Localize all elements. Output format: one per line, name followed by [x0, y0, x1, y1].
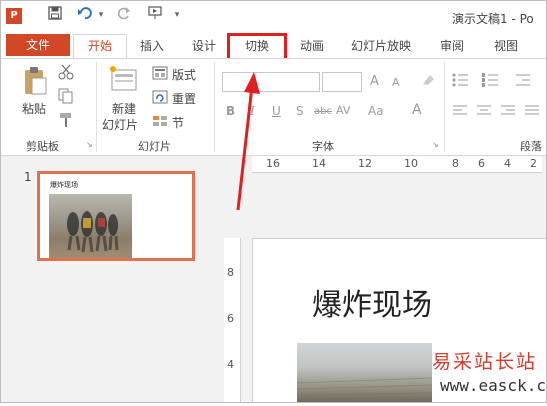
- bold-button[interactable]: B: [226, 104, 235, 118]
- ruler-label: 6: [227, 312, 234, 325]
- numbering-icon[interactable]: [482, 72, 504, 91]
- ruler-label: 2: [530, 157, 537, 170]
- layout-button[interactable]: 版式: [172, 66, 196, 83]
- present-icon[interactable]: [146, 6, 164, 24]
- ruler-label: 8: [452, 157, 459, 170]
- slide-title[interactable]: 爆炸现场: [312, 280, 432, 324]
- grow-font-icon[interactable]: A: [370, 74, 379, 89]
- thumbnail-photo: [49, 194, 132, 258]
- underline-button[interactable]: U: [272, 104, 281, 118]
- shrink-font-icon[interactable]: A: [392, 76, 400, 89]
- paragraph-group-label: 段落: [520, 140, 542, 153]
- new-slide-label-1[interactable]: 新建: [112, 100, 136, 117]
- ruler-label: 10: [404, 157, 418, 170]
- watermark-text: 易采站长站: [432, 351, 538, 373]
- clipboard-launcher-icon[interactable]: ↘: [86, 140, 93, 149]
- redo-icon[interactable]: [116, 6, 134, 24]
- tab-view[interactable]: 视图: [484, 35, 528, 57]
- reset-button[interactable]: 重置: [172, 90, 196, 107]
- paste-icon[interactable]: [22, 66, 48, 99]
- clear-format-icon[interactable]: [420, 72, 436, 91]
- align-center-icon[interactable]: [476, 104, 492, 121]
- divider: [214, 62, 215, 152]
- justify-icon[interactable]: [524, 104, 540, 121]
- font-size-combo[interactable]: [322, 72, 362, 92]
- change-case-button[interactable]: Aa: [368, 104, 384, 118]
- font-group-label: 字体: [312, 140, 334, 153]
- ruler-label: 6: [478, 157, 485, 170]
- align-right-icon[interactable]: [500, 104, 516, 121]
- section-icon[interactable]: [152, 114, 168, 131]
- tab-slideshow[interactable]: 幻灯片放映: [342, 35, 420, 57]
- slide-photo[interactable]: [296, 343, 433, 403]
- italic-button[interactable]: I: [250, 104, 255, 118]
- format-painter-icon[interactable]: [58, 112, 74, 131]
- tab-review[interactable]: 审阅: [430, 35, 474, 57]
- bullets-icon[interactable]: [452, 72, 474, 91]
- indent-icon[interactable]: [514, 72, 536, 91]
- strikethrough-button[interactable]: abc: [314, 106, 332, 117]
- layout-icon[interactable]: [152, 66, 168, 83]
- divider: [444, 62, 445, 152]
- font-color-button[interactable]: A: [412, 102, 422, 118]
- char-spacing-button[interactable]: AV: [336, 104, 350, 117]
- powerpoint-icon[interactable]: P: [6, 8, 22, 24]
- watermark-url: www.easck.com: [440, 376, 547, 395]
- tab-animations[interactable]: 动画: [290, 35, 334, 57]
- ruler-label: 16: [266, 157, 280, 170]
- undo-dropdown-icon[interactable]: ▾: [96, 6, 106, 24]
- window-title: 演示文稿1 - Po: [452, 12, 534, 26]
- slides-group-label: 幻灯片: [138, 140, 171, 153]
- thumbnail-title: 爆炸现场: [50, 181, 78, 189]
- customize-icon[interactable]: ▾: [172, 6, 182, 24]
- ruler-label: 14: [312, 157, 326, 170]
- ruler-label: 12: [358, 157, 372, 170]
- horizontal-ruler: [252, 156, 542, 173]
- font-launcher-icon[interactable]: ↘: [432, 140, 439, 149]
- ruler-label: 8: [227, 266, 234, 279]
- align-left-icon[interactable]: [452, 104, 468, 121]
- new-slide-label-2[interactable]: 幻灯片: [102, 116, 138, 133]
- new-slide-icon[interactable]: [108, 64, 138, 95]
- undo-icon[interactable]: [76, 6, 94, 24]
- shadow-button[interactable]: S: [296, 104, 304, 118]
- ruler-label: 4: [227, 358, 234, 371]
- clipboard-group-label: 剪贴板: [26, 140, 59, 153]
- tab-home[interactable]: 开始: [73, 34, 127, 59]
- reset-icon[interactable]: [152, 90, 168, 107]
- divider: [96, 62, 97, 152]
- cut-icon[interactable]: [58, 64, 74, 83]
- slide-number: 1: [24, 170, 32, 184]
- tab-design[interactable]: 设计: [182, 35, 226, 57]
- tab-file[interactable]: 文件: [6, 34, 70, 56]
- font-name-combo[interactable]: [222, 72, 320, 92]
- section-button[interactable]: 节: [172, 114, 184, 131]
- save-icon[interactable]: [46, 6, 64, 24]
- copy-icon[interactable]: [58, 88, 74, 107]
- ruler-label: 4: [504, 157, 511, 170]
- tab-insert[interactable]: 插入: [130, 35, 174, 57]
- paste-button[interactable]: 粘贴: [22, 100, 46, 117]
